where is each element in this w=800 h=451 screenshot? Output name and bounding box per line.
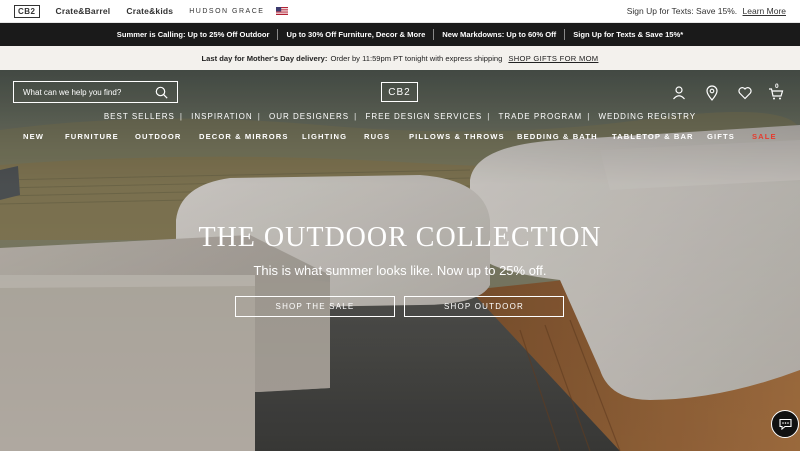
account-icon[interactable]: [671, 85, 687, 101]
nav-lighting[interactable]: LIGHTING: [302, 132, 347, 141]
nav-pillows-throws[interactable]: PILLOWS & THROWS: [409, 132, 505, 141]
delivery-headline: Last day for Mother's Day delivery:: [201, 53, 328, 63]
nav-bedding-bath[interactable]: BEDDING & BATH: [517, 132, 598, 141]
divider: |: [487, 112, 491, 121]
brand-link-crate-and-barrel[interactable]: Crate&Barrel: [56, 6, 111, 16]
delivery-text: Order by 11:59pm PT tonight with express…: [330, 53, 503, 63]
nav-tabletop-bar[interactable]: TABLETOP & BAR: [612, 132, 694, 141]
hero-title: THE OUTDOOR COLLECTION: [198, 222, 602, 253]
cb2-logo[interactable]: CB2: [381, 82, 418, 102]
store-locator-icon[interactable]: [704, 85, 720, 101]
search-placeholder: What can we help you find?: [23, 87, 122, 97]
secondary-nav: BEST SELLERS | INSPIRATION | OUR DESIGNERS…: [0, 112, 800, 121]
brand-link-crate-and-kids[interactable]: Crate&kids: [126, 6, 173, 16]
divider: |: [179, 112, 183, 121]
shop-outdoor-button[interactable]: SHOP OUTDOOR: [404, 296, 564, 317]
promo-furniture-link[interactable]: Up to 30% Off Furniture, Decor & More: [286, 30, 425, 39]
nav-new[interactable]: NEW: [23, 132, 44, 141]
text-signup-prompt: Sign Up for Texts: Save 15%. Learn More: [627, 6, 786, 16]
us-flag-icon[interactable]: [276, 7, 289, 15]
nav-outdoor[interactable]: OUTDOOR: [135, 132, 182, 141]
hero-subtitle: This is what summer looks like. Now up t…: [253, 263, 547, 278]
chat-icon: [778, 418, 792, 430]
promo-texts-link[interactable]: Sign Up for Texts & Save 15%*: [573, 30, 683, 39]
divider: |: [257, 112, 261, 121]
learn-more-link[interactable]: Learn More: [743, 6, 786, 16]
subnav-trade-program[interactable]: TRADE PROGRAM: [499, 112, 583, 121]
search-input[interactable]: What can we help you find?: [13, 81, 178, 103]
texts-prompt-label: Sign Up for Texts: Save 15%.: [626, 6, 738, 16]
divider: |: [587, 112, 591, 121]
shop-gifts-for-mom-link[interactable]: SHOP GIFTS FOR MOM: [508, 54, 598, 63]
chat-button[interactable]: [771, 410, 799, 438]
subnav-inspiration[interactable]: INSPIRATION: [191, 112, 253, 121]
subnav-best-sellers[interactable]: BEST SELLERS: [104, 112, 175, 121]
subnav-wedding-registry[interactable]: WEDDING REGISTRY: [599, 112, 697, 121]
divider: [277, 29, 279, 40]
subnav-our-designers[interactable]: OUR DESIGNERS: [269, 112, 349, 121]
search-icon[interactable]: [155, 86, 168, 99]
subnav-free-design-services[interactable]: FREE DESIGN SERVICES: [365, 112, 482, 121]
delivery-bar: Last day for Mother's Day delivery: Orde…: [0, 46, 800, 70]
promo-markdowns-link[interactable]: New Markdowns: Up to 60% Off: [442, 30, 556, 39]
hero-banner[interactable]: What can we help you find? CB2 0 BEST SE…: [0, 70, 800, 451]
hero-image: [0, 70, 800, 451]
promo-bar: Summer is Calling: Up to 25% Off Outdoor…: [0, 23, 800, 46]
brand-link-hudson-grace[interactable]: HUDSON GRACE: [189, 8, 264, 15]
cart-count-badge: 0: [775, 83, 779, 90]
brand-link-cb2[interactable]: CB2: [14, 4, 40, 18]
shop-the-sale-button[interactable]: SHOP THE SALE: [235, 296, 395, 317]
brand-bar: CB2 Crate&Barrel Crate&kids HUDSON GRACE…: [0, 0, 800, 23]
nav-sale[interactable]: SALE: [752, 132, 777, 141]
promo-outdoor-link[interactable]: Summer is Calling: Up to 25% Off Outdoor: [117, 30, 270, 39]
nav-rugs[interactable]: RUGS: [364, 132, 390, 141]
nav-gifts[interactable]: GIFTS: [707, 132, 735, 141]
favorites-icon[interactable]: [737, 85, 753, 101]
divider: [433, 29, 435, 40]
divider: [564, 29, 566, 40]
nav-furniture[interactable]: FURNITURE: [65, 132, 119, 141]
nav-decor-mirrors[interactable]: DECOR & MIRRORS: [199, 132, 289, 141]
divider: |: [354, 112, 358, 121]
